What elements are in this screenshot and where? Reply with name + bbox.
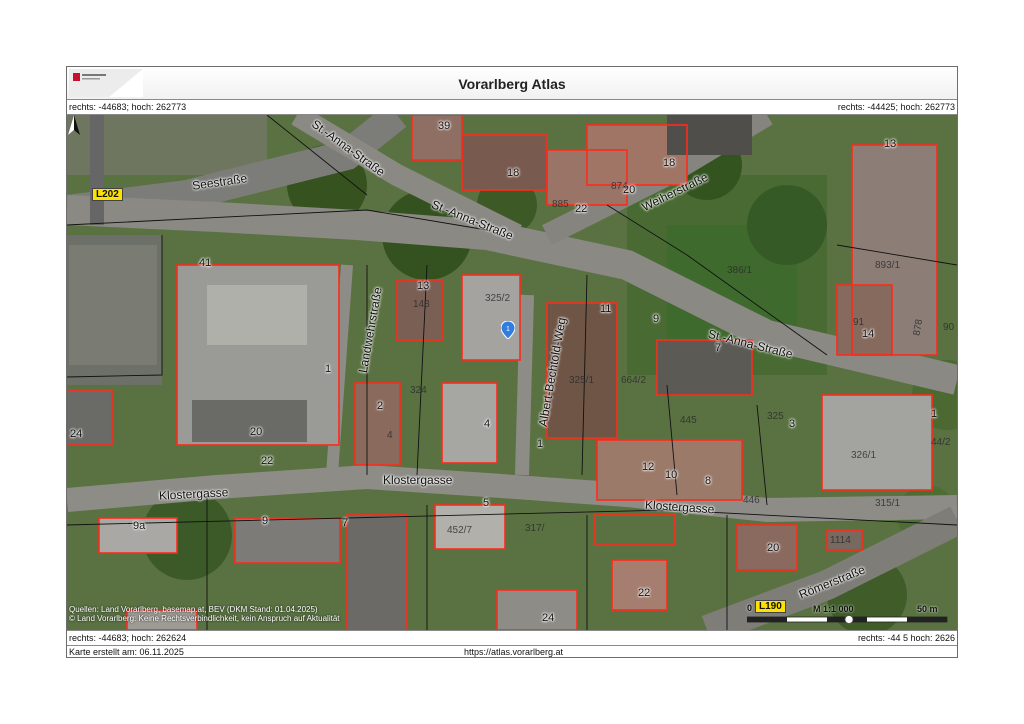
parcel-number: 664/2 — [621, 375, 647, 386]
parcel-number: 885 — [552, 199, 569, 210]
parcel-number: 4 — [387, 430, 393, 441]
scale-ratio: M 1:1 000 — [813, 604, 854, 614]
house-number: 9a — [133, 520, 146, 532]
disclaimer-text: © Land Vorarlberg: Keine Rechtsverbindli… — [69, 614, 340, 623]
house-number: 13 — [884, 138, 897, 150]
parcel-number: 148 — [413, 299, 430, 310]
house-number: 4 — [484, 418, 491, 430]
scale-bar: 0 L190 M 1:1 000 50 m — [747, 600, 952, 629]
parcel-number: 325 — [767, 411, 784, 422]
house-number: 24 — [70, 428, 83, 440]
parcel-number: 324 — [410, 385, 427, 396]
coord-bottom-right: rechts: -44 5 hoch: 2626 — [857, 633, 955, 643]
map-sheet: Vorarlberg Atlas rechts: -44683; hoch: 2… — [66, 66, 958, 658]
parcel-number: 325/1 — [569, 375, 595, 386]
house-number: 1 — [931, 408, 938, 420]
footer: Karte erstellt am: 06.11.2025 https://at… — [67, 645, 957, 658]
parcel-number: 317/ — [525, 523, 545, 534]
house-number: 12 — [642, 461, 655, 473]
house-number: 9 — [262, 515, 269, 527]
parcel-number: 90 — [943, 322, 955, 333]
parcel-number: 44/2 — [931, 437, 951, 448]
coord-top-left: rechts: -44683; hoch: 262773 — [69, 102, 187, 112]
coord-bottom-left: rechts: -44683; hoch: 262624 — [69, 633, 187, 643]
house-number: 7 — [715, 342, 722, 354]
scale-end: 50 m — [917, 604, 938, 614]
svg-text:1: 1 — [506, 326, 510, 333]
title-bar: Vorarlberg Atlas — [67, 67, 957, 100]
road-shield-l202: L202 — [92, 188, 123, 201]
house-number: 2 — [377, 400, 384, 412]
house-number: 22 — [575, 203, 588, 215]
house-number: 1 — [537, 438, 544, 450]
parcel-number: 452/7 — [447, 525, 473, 536]
house-number: 1 — [325, 363, 332, 375]
map-sources: Quellen: Land Vorarlberg, basemap.at, BE… — [69, 605, 340, 623]
map-imagery — [67, 115, 957, 630]
house-number: 18 — [663, 157, 676, 169]
aerial-map[interactable]: L202 Seestraße St.-Anna-Straße St.-Anna-… — [67, 115, 957, 630]
house-number: 8 — [705, 475, 712, 487]
house-number: 41 — [199, 257, 212, 269]
house-number: 20 — [250, 426, 263, 438]
house-number: 10 — [665, 469, 678, 481]
scale-bar-graphic — [747, 616, 948, 624]
coord-top-right: rechts: -44425; hoch: 262773 — [837, 102, 955, 112]
house-number: 20 — [767, 542, 780, 554]
created-date: Karte erstellt am: 06.11.2025 — [69, 647, 184, 657]
top-coordinate-row: rechts: -44683; hoch: 262773 rechts: -44… — [67, 100, 957, 115]
bottom-coordinate-row: rechts: -44683; hoch: 262624 rechts: -44… — [67, 630, 957, 645]
parcel-number: 326/1 — [851, 450, 877, 461]
house-number: 24 — [542, 612, 555, 624]
parcel-number: 386/1 — [727, 265, 753, 276]
north-arrow-icon — [68, 115, 80, 135]
house-number: 22 — [261, 455, 274, 467]
house-number: 39 — [438, 120, 451, 132]
house-number: 18 — [507, 167, 520, 179]
house-number: 5 — [483, 497, 490, 509]
parcel-number: 325/2 — [485, 293, 511, 304]
parcel-number: 446 — [743, 495, 760, 506]
house-number: 3 — [789, 418, 796, 430]
parcel-number: 445 — [680, 415, 697, 426]
house-number: 13 — [417, 280, 430, 292]
house-number: 14 — [862, 328, 875, 340]
parcel-number: 1114 — [830, 535, 851, 546]
sources-text: Quellen: Land Vorarlberg, basemap.at, BE… — [69, 605, 318, 614]
parcel-number: 874 — [611, 181, 628, 192]
location-pin-icon[interactable]: 1 — [501, 321, 515, 339]
house-number: 22 — [638, 587, 651, 599]
house-number: 7 — [342, 517, 349, 529]
scale-zero: 0 — [747, 603, 753, 613]
house-number: 9 — [653, 313, 660, 325]
parcel-number: 315/1 — [875, 498, 901, 509]
page-title: Vorarlberg Atlas — [458, 76, 566, 92]
parcel-number: 91 — [853, 317, 865, 328]
road-shield-l190: L190 — [755, 600, 786, 613]
house-number: 11 — [600, 303, 612, 315]
atlas-url[interactable]: https://atlas.vorarlberg.at — [464, 647, 563, 657]
street-label-klostergasse-2: Klostergasse — [383, 473, 453, 487]
parcel-number: 893/1 — [875, 260, 901, 271]
